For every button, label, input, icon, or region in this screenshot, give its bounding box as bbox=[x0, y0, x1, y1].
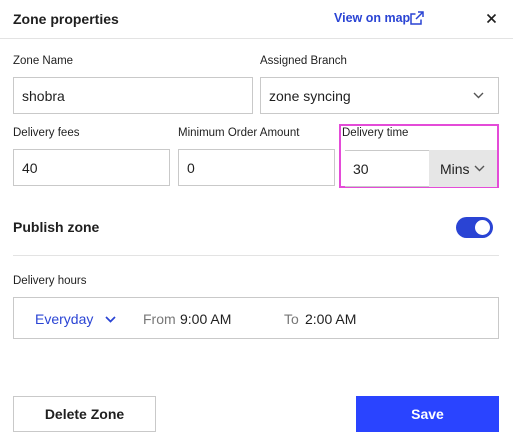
delivery-fees-value: 40 bbox=[22, 159, 38, 176]
chevron-down-icon bbox=[474, 165, 485, 172]
delivery-fees-input[interactable]: 40 bbox=[13, 149, 170, 186]
toggle-knob bbox=[475, 220, 490, 235]
delivery-time-label: Delivery time bbox=[342, 127, 409, 139]
zone-name-label: Zone Name bbox=[13, 55, 74, 67]
day-select[interactable]: Everyday bbox=[35, 311, 116, 327]
minimum-order-label: Minimum Order Amount bbox=[178, 127, 300, 139]
day-value: Everyday bbox=[35, 311, 94, 327]
assigned-branch-select[interactable]: zone syncing bbox=[260, 77, 499, 114]
minimum-order-input[interactable]: 0 bbox=[178, 149, 335, 186]
delivery-time-unit-select[interactable]: Mins bbox=[429, 150, 497, 187]
zone-name-value: shobra bbox=[22, 87, 65, 104]
view-on-map-link[interactable]: View on map bbox=[334, 11, 410, 25]
assigned-branch-value: zone syncing bbox=[269, 87, 351, 104]
zone-name-input[interactable]: shobra bbox=[13, 77, 253, 114]
chevron-down-icon bbox=[473, 92, 484, 99]
publish-zone-toggle[interactable] bbox=[456, 217, 493, 238]
chevron-down-icon bbox=[105, 315, 116, 323]
close-icon[interactable] bbox=[484, 11, 499, 26]
delivery-time-input[interactable]: 30 bbox=[345, 150, 429, 187]
delivery-hours-row: Everyday From 9:00 AM To 2:00 AM bbox=[13, 297, 499, 339]
delete-zone-button[interactable]: Delete Zone bbox=[13, 396, 156, 432]
delivery-hours-label: Delivery hours bbox=[13, 275, 87, 287]
minimum-order-value: 0 bbox=[187, 159, 195, 176]
panel-header: Zone properties View on map bbox=[0, 0, 513, 39]
save-button[interactable]: Save bbox=[356, 396, 499, 432]
delivery-time-unit: Mins bbox=[440, 160, 470, 177]
from-label: From bbox=[143, 311, 176, 327]
from-time[interactable]: 9:00 AM bbox=[180, 311, 231, 327]
assigned-branch-label: Assigned Branch bbox=[260, 55, 347, 67]
delivery-fees-label: Delivery fees bbox=[13, 127, 80, 139]
external-link-icon[interactable] bbox=[409, 10, 425, 26]
publish-zone-label: Publish zone bbox=[13, 219, 100, 235]
panel-title: Zone properties bbox=[13, 11, 119, 27]
delivery-time-value: 30 bbox=[353, 160, 369, 177]
section-divider bbox=[13, 255, 499, 256]
to-label: To bbox=[284, 311, 299, 327]
to-time[interactable]: 2:00 AM bbox=[305, 311, 356, 327]
